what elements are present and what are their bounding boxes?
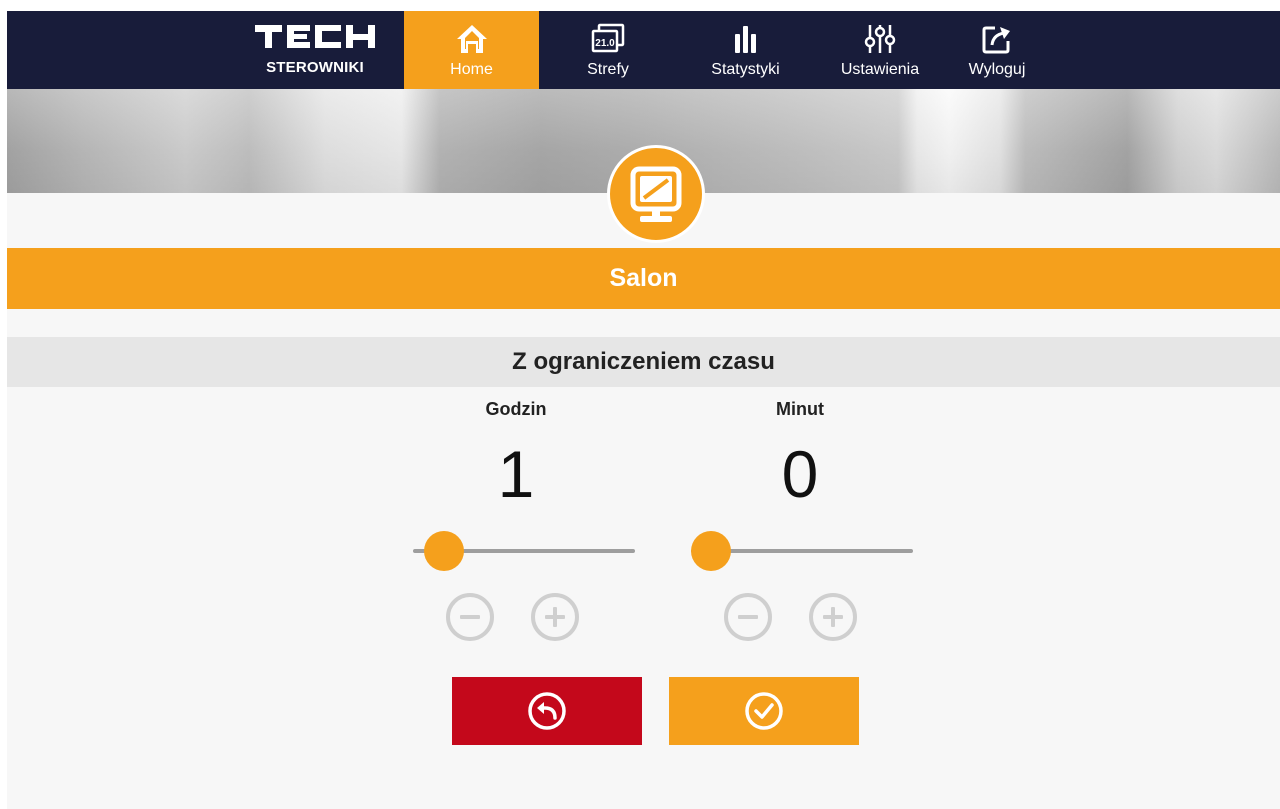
hours-slider[interactable]	[413, 531, 635, 571]
monitor-icon	[630, 166, 682, 222]
logout-icon	[982, 26, 1010, 54]
zone-title-bar: Salon	[7, 248, 1280, 309]
mode-header: Z ograniczeniem czasu	[7, 337, 1280, 387]
minutes-label: Minut	[776, 399, 824, 419]
tech-logo: STEROWNIKI	[252, 21, 382, 81]
minutes-value: 0	[781, 437, 819, 511]
hours-slider-thumb[interactable]	[424, 531, 464, 571]
nav-home[interactable]: Home	[404, 11, 539, 89]
undo-icon	[528, 692, 566, 730]
nav-label-home: Home	[450, 61, 493, 78]
settings-sliders-icon	[864, 25, 896, 53]
minutes-slider[interactable]	[691, 531, 913, 571]
app-window: STEROWNIKI Home 21.0 Strefy Statystyki U…	[7, 11, 1280, 809]
nav-logout[interactable]: Wyloguj	[952, 11, 1042, 89]
zone-name: Salon	[609, 264, 678, 292]
check-circle-icon	[745, 692, 783, 730]
nav-label-logout: Wyloguj	[968, 61, 1026, 78]
minutes-decrease-button[interactable]	[724, 593, 772, 641]
zones-badge: 21.0	[595, 38, 615, 49]
top-nav: STEROWNIKI Home 21.0 Strefy Statystyki U…	[7, 11, 1280, 89]
hours-decrease-button[interactable]	[446, 593, 494, 641]
minutes-increase-button[interactable]	[809, 593, 857, 641]
nav-label-settings: Ustawienia	[840, 61, 920, 78]
zones-icon: 21.0	[591, 23, 625, 53]
statistics-icon	[734, 26, 756, 53]
nav-statistics[interactable]: Statystyki	[693, 11, 798, 89]
nav-label-zones: Strefy	[587, 61, 629, 78]
minutes-slider-thumb[interactable]	[691, 531, 731, 571]
cancel-button[interactable]	[452, 677, 642, 745]
hours-increase-button[interactable]	[531, 593, 579, 641]
mode-title: Z ograniczeniem czasu	[512, 348, 775, 375]
nav-settings[interactable]: Ustawienia	[825, 11, 935, 89]
home-icon	[456, 25, 487, 53]
zone-icon-badge	[607, 145, 705, 243]
nav-label-statistics: Statystyki	[711, 61, 780, 78]
tech-wordmark	[255, 25, 375, 48]
hours-label: Godzin	[485, 399, 547, 419]
nav-zones[interactable]: 21.0 Strefy	[553, 11, 663, 89]
brand-subtitle: STEROWNIKI	[266, 59, 364, 76]
confirm-button[interactable]	[669, 677, 859, 745]
hours-value: 1	[497, 437, 535, 511]
